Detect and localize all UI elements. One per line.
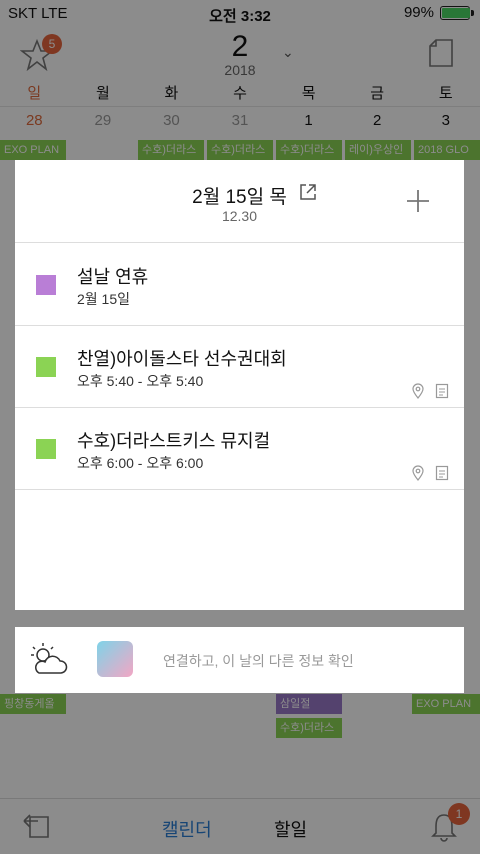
event-color-swatch: [36, 439, 56, 459]
lunar-date: 12.30: [221, 208, 258, 224]
avatar: [97, 641, 133, 677]
event-title: 설날 연휴: [77, 267, 149, 287]
plus-icon[interactable]: [405, 188, 431, 214]
day-detail-modal: 2월 15일 목 12.30 설날 연휴 2월 15일 찬열)아이돌스타 선수권…: [15, 160, 464, 610]
location-pin-icon: [412, 383, 424, 399]
modal-title: 2월 15일 목: [192, 187, 287, 208]
event-title: 수호)더라스트키스 뮤지컬: [77, 431, 271, 451]
location-pin-icon: [412, 465, 424, 481]
note-icon: [435, 465, 449, 481]
note-icon: [435, 383, 449, 399]
event-color-swatch: [36, 357, 56, 377]
event-item[interactable]: 찬열)아이돌스타 선수권대회 오후 5:40 - 오후 5:40: [15, 325, 464, 408]
connect-info-bar[interactable]: 연결하고, 이 날의 다른 정보 확인: [15, 627, 464, 693]
event-title: 찬열)아이돌스타 선수권대회: [77, 349, 287, 369]
connect-info-text: 연결하고, 이 날의 다른 정보 확인: [163, 653, 354, 669]
external-link-icon[interactable]: [298, 182, 318, 202]
event-item[interactable]: 설날 연휴 2월 15일: [15, 243, 464, 326]
event-time: 오후 5:40 - 오후 5:40: [77, 373, 204, 389]
event-color-swatch: [36, 275, 56, 295]
weather-icon: [31, 643, 68, 674]
event-time: 오후 6:00 - 오후 6:00: [77, 455, 204, 471]
event-time: 2월 15일: [77, 291, 131, 307]
event-item[interactable]: 수호)더라스트키스 뮤지컬 오후 6:00 - 오후 6:00: [15, 407, 464, 490]
modal-header: 2월 15일 목 12.30: [15, 160, 464, 243]
